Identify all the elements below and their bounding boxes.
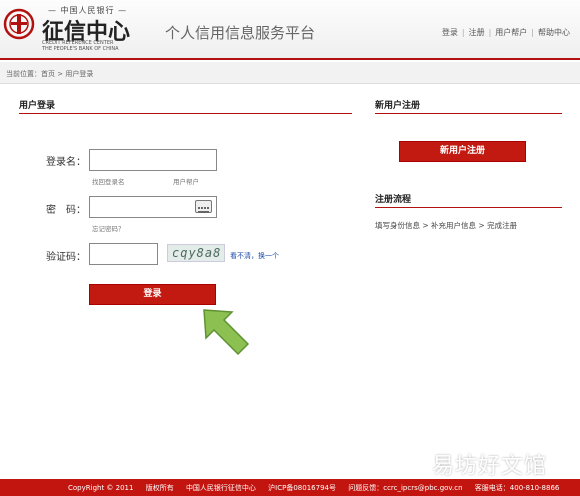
top-link-login[interactable]: 登录 — [442, 28, 458, 37]
logo-sub-line-2: THE PEOPLE'S BANK OF CHINA — [42, 46, 119, 52]
seal-logo-icon — [3, 8, 35, 40]
process-steps: 填写身份信息 > 补充用户信息 > 完成注册 — [375, 221, 518, 230]
top-link-account[interactable]: 用户帮户 — [495, 28, 527, 37]
breadcrumb: 当前位置：首页 > 用户登录 — [0, 62, 580, 84]
find-username-link[interactable]: 找回登录名 — [92, 176, 125, 186]
footer: CopyRight © 2011 版权所有 中国人民银行征信中心 沪ICP备08… — [0, 479, 580, 496]
logo-sub-text: CREDIT REFERENCE CENTER THE PEOPLE'S BAN… — [42, 40, 119, 52]
footer-org: 中国人民银行征信中心 — [185, 484, 256, 492]
footer-phone: 客服电话：400-810-8866 — [474, 484, 560, 492]
forgot-password-link[interactable]: 忘记密码？ — [92, 223, 125, 233]
login-panel-divider — [19, 113, 352, 114]
footer-feedback[interactable]: 问题反馈：ccrc_ipcrs@pbc.gov.cn — [348, 484, 462, 492]
top-link-register[interactable]: 注册 — [469, 28, 485, 37]
top-link-help[interactable]: 帮助中心 — [538, 28, 570, 37]
watermark-text: 易坊好文馆 — [432, 454, 548, 479]
user-wallet-link[interactable]: 用户帮户 — [173, 176, 199, 186]
captcha-refresh-link[interactable]: 看不清，换一个 — [230, 251, 279, 261]
username-label: 登录名： — [46, 157, 86, 168]
keyboard-icon[interactable] — [195, 200, 212, 213]
arrow-pointer-icon — [203, 309, 250, 356]
keyboard-icon-glyph — [198, 207, 209, 213]
register-panel-divider — [375, 113, 562, 114]
footer-rights: 版权所有 — [145, 484, 174, 492]
site-title: 个人信用信息服务平台 — [165, 24, 316, 42]
username-input[interactable] — [89, 149, 217, 171]
footer-icp[interactable]: 沪ICP备08016794号 — [268, 484, 336, 492]
password-label: 密 码： — [46, 205, 86, 216]
footer-copyright: CopyRight © 2011 — [68, 484, 134, 492]
process-title: 注册流程 — [375, 195, 412, 205]
login-button[interactable]: 登录 — [89, 284, 216, 305]
login-panel-title: 用户登录 — [19, 101, 56, 111]
captcha-input[interactable] — [89, 243, 158, 265]
register-button[interactable]: 新用户注册 — [399, 141, 526, 162]
top-nav: 登录 | 注册 | 用户帮户 | 帮助中心 — [441, 28, 570, 37]
captcha-image[interactable]: cqy8a8 — [167, 244, 225, 262]
captcha-label: 验证码： — [46, 252, 86, 263]
register-panel-title: 新用户注册 — [375, 101, 421, 111]
password-input[interactable] — [89, 196, 217, 218]
process-divider — [375, 207, 562, 208]
header: — 中国人民银行 — 征信中心 CREDIT REFERENCE CENTER … — [0, 0, 580, 60]
